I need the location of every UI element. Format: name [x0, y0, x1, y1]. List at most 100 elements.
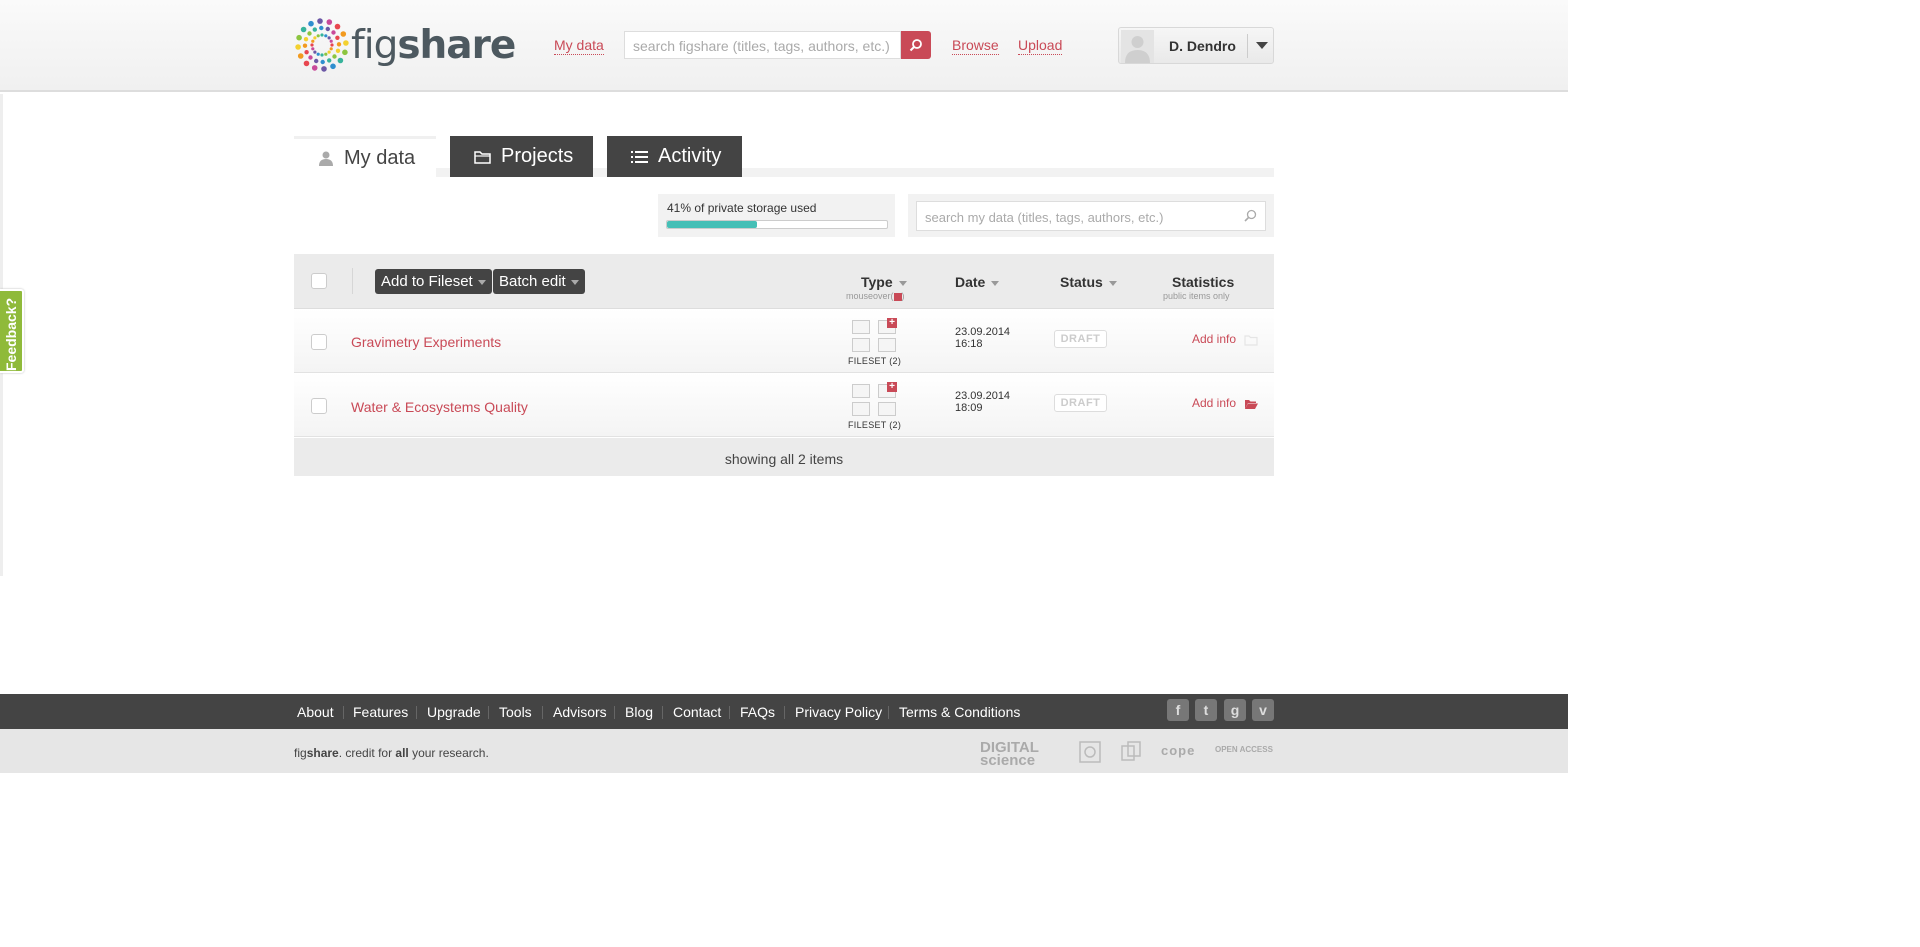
column-status-label: Status [1060, 274, 1103, 290]
column-date[interactable]: Date [955, 274, 1000, 290]
table-header: Add to Fileset Batch edit Type mouseover… [294, 254, 1274, 309]
cope-logo[interactable]: cope [1161, 743, 1195, 758]
statistics-hint: public items only [1163, 291, 1230, 301]
table-icon [852, 402, 870, 416]
footer-link-faqs[interactable]: FAQs [740, 704, 775, 720]
footer-tagline: figshare. credit for all your research. [294, 746, 489, 760]
camera-icon [878, 338, 896, 352]
fileset-icons[interactable]: + [852, 382, 902, 418]
footer-link-blog[interactable]: Blog [625, 704, 653, 720]
divider [784, 706, 785, 719]
add-info-link[interactable]: Add info [1192, 332, 1236, 346]
time-text: 16:18 [955, 338, 983, 350]
vimeo-icon[interactable]: v [1252, 699, 1274, 721]
select-all-checkbox[interactable] [311, 273, 327, 289]
nav-browse-link[interactable]: Browse [952, 37, 999, 55]
plus-icon: + [887, 382, 897, 392]
tab-activity[interactable]: Activity [607, 136, 742, 177]
storage-progress-bar [666, 220, 888, 229]
figshare-logo[interactable]: figshare [295, 18, 516, 72]
user-icon [318, 150, 334, 166]
sort-icon [898, 280, 907, 286]
date-text: 23.09.2014 [955, 390, 1011, 402]
google-icon[interactable]: g [1224, 699, 1246, 721]
batch-edit-button[interactable]: Batch edit [493, 269, 585, 294]
sort-icon [991, 280, 1000, 286]
item-title-link[interactable]: Gravimetry Experiments [351, 334, 501, 350]
folder-icon[interactable] [1244, 334, 1258, 346]
table-row[interactable]: Water & Ecosystems Quality + FILESET (2)… [294, 373, 1274, 437]
footer-link-features[interactable]: Features [353, 704, 408, 720]
nav-my-data-link[interactable]: My data [554, 37, 604, 55]
search-button[interactable] [901, 31, 931, 59]
site-search-input[interactable]: search figshare (titles, tags, authors, … [624, 31, 901, 59]
list-icon [631, 150, 648, 164]
footer-nav: About Features Upgrade Tools Advisors Bl… [0, 694, 1568, 729]
row-checkbox[interactable] [311, 334, 327, 350]
column-statistics-label: Statistics [1172, 274, 1235, 290]
column-status[interactable]: Status [1060, 274, 1117, 290]
add-info-link[interactable]: Add info [1192, 396, 1236, 410]
tab-label: Projects [501, 145, 574, 167]
nav-upload-link[interactable]: Upload [1018, 37, 1063, 55]
footer-link-terms[interactable]: Terms & Conditions [899, 704, 1020, 720]
divider [1247, 34, 1248, 58]
footer-bottom: figshare. credit for all your research. … [0, 729, 1568, 773]
site-header: figshare My data search figshare (titles… [0, 0, 1568, 92]
column-type-label: Type [861, 274, 893, 290]
logo-text: figshare [351, 22, 516, 68]
partner-logo-icon[interactable] [1079, 741, 1101, 763]
sort-icon [1108, 280, 1117, 286]
user-name: D. Dendro [1169, 38, 1236, 54]
camera-icon [878, 402, 896, 416]
footer-link-tools[interactable]: Tools [499, 704, 532, 720]
date-text: 23.09.2014 [955, 326, 1011, 338]
column-statistics: Statistics [1172, 274, 1234, 290]
divider [352, 268, 353, 294]
footer-link-about[interactable]: About [297, 704, 334, 720]
row-checkbox[interactable] [311, 398, 327, 414]
tab-projects[interactable]: Projects [450, 136, 593, 177]
time-text: 18:09 [955, 402, 983, 414]
search-icon [909, 39, 922, 52]
chevron-down-icon [477, 280, 486, 285]
item-title-link[interactable]: Water & Ecosystems Quality [351, 399, 528, 415]
image-icon [852, 384, 870, 398]
item-date: 23.09.2014 16:18 [955, 326, 1010, 350]
footer-link-privacy[interactable]: Privacy Policy [795, 704, 882, 720]
type-label: FILESET (2) [848, 420, 902, 430]
add-to-fileset-button[interactable]: Add to Fileset [375, 269, 492, 294]
item-count: showing all 2 items [294, 438, 1274, 476]
chevron-down-icon [570, 280, 579, 285]
feedback-tab[interactable]: Feedback? [0, 289, 24, 373]
column-type[interactable]: Type [861, 274, 907, 290]
folder-open-icon[interactable] [1244, 398, 1258, 410]
chevron-down-icon[interactable] [1256, 42, 1268, 49]
tab-label: My data [344, 146, 416, 169]
digital-science-logo[interactable]: DIGITAL science [980, 740, 1058, 768]
footer-link-advisors[interactable]: Advisors [553, 704, 607, 720]
fileset-icons[interactable]: + [852, 318, 902, 354]
item-date: 23.09.2014 18:09 [955, 390, 1010, 414]
tab-my-data[interactable]: My data [294, 136, 436, 177]
partner-logo-icon[interactable] [1121, 741, 1141, 763]
divider [614, 706, 615, 719]
add-to-fileset-label: Add to Fileset [381, 273, 473, 290]
plus-icon: + [887, 318, 897, 328]
plus-icon [893, 292, 902, 301]
twitter-icon[interactable]: t [1195, 699, 1217, 721]
search-icon[interactable] [1244, 209, 1257, 222]
feedback-label: Feedback? [3, 297, 19, 371]
footer-link-upgrade[interactable]: Upgrade [427, 704, 481, 720]
divider [416, 706, 417, 719]
my-data-search-input[interactable]: search my data (titles, tags, authors, e… [916, 201, 1266, 231]
column-date-label: Date [955, 274, 986, 290]
image-icon [852, 320, 870, 334]
user-menu[interactable]: D. Dendro [1118, 27, 1274, 64]
footer-link-contact[interactable]: Contact [673, 704, 721, 720]
divider [662, 706, 663, 719]
table-row[interactable]: Gravimetry Experiments + FILESET (2) 23.… [294, 309, 1274, 373]
storage-usage: 41% of private storage used [658, 194, 895, 237]
open-access-logo[interactable]: OPEN ACCESS [1215, 745, 1273, 754]
facebook-icon[interactable]: f [1167, 699, 1189, 721]
